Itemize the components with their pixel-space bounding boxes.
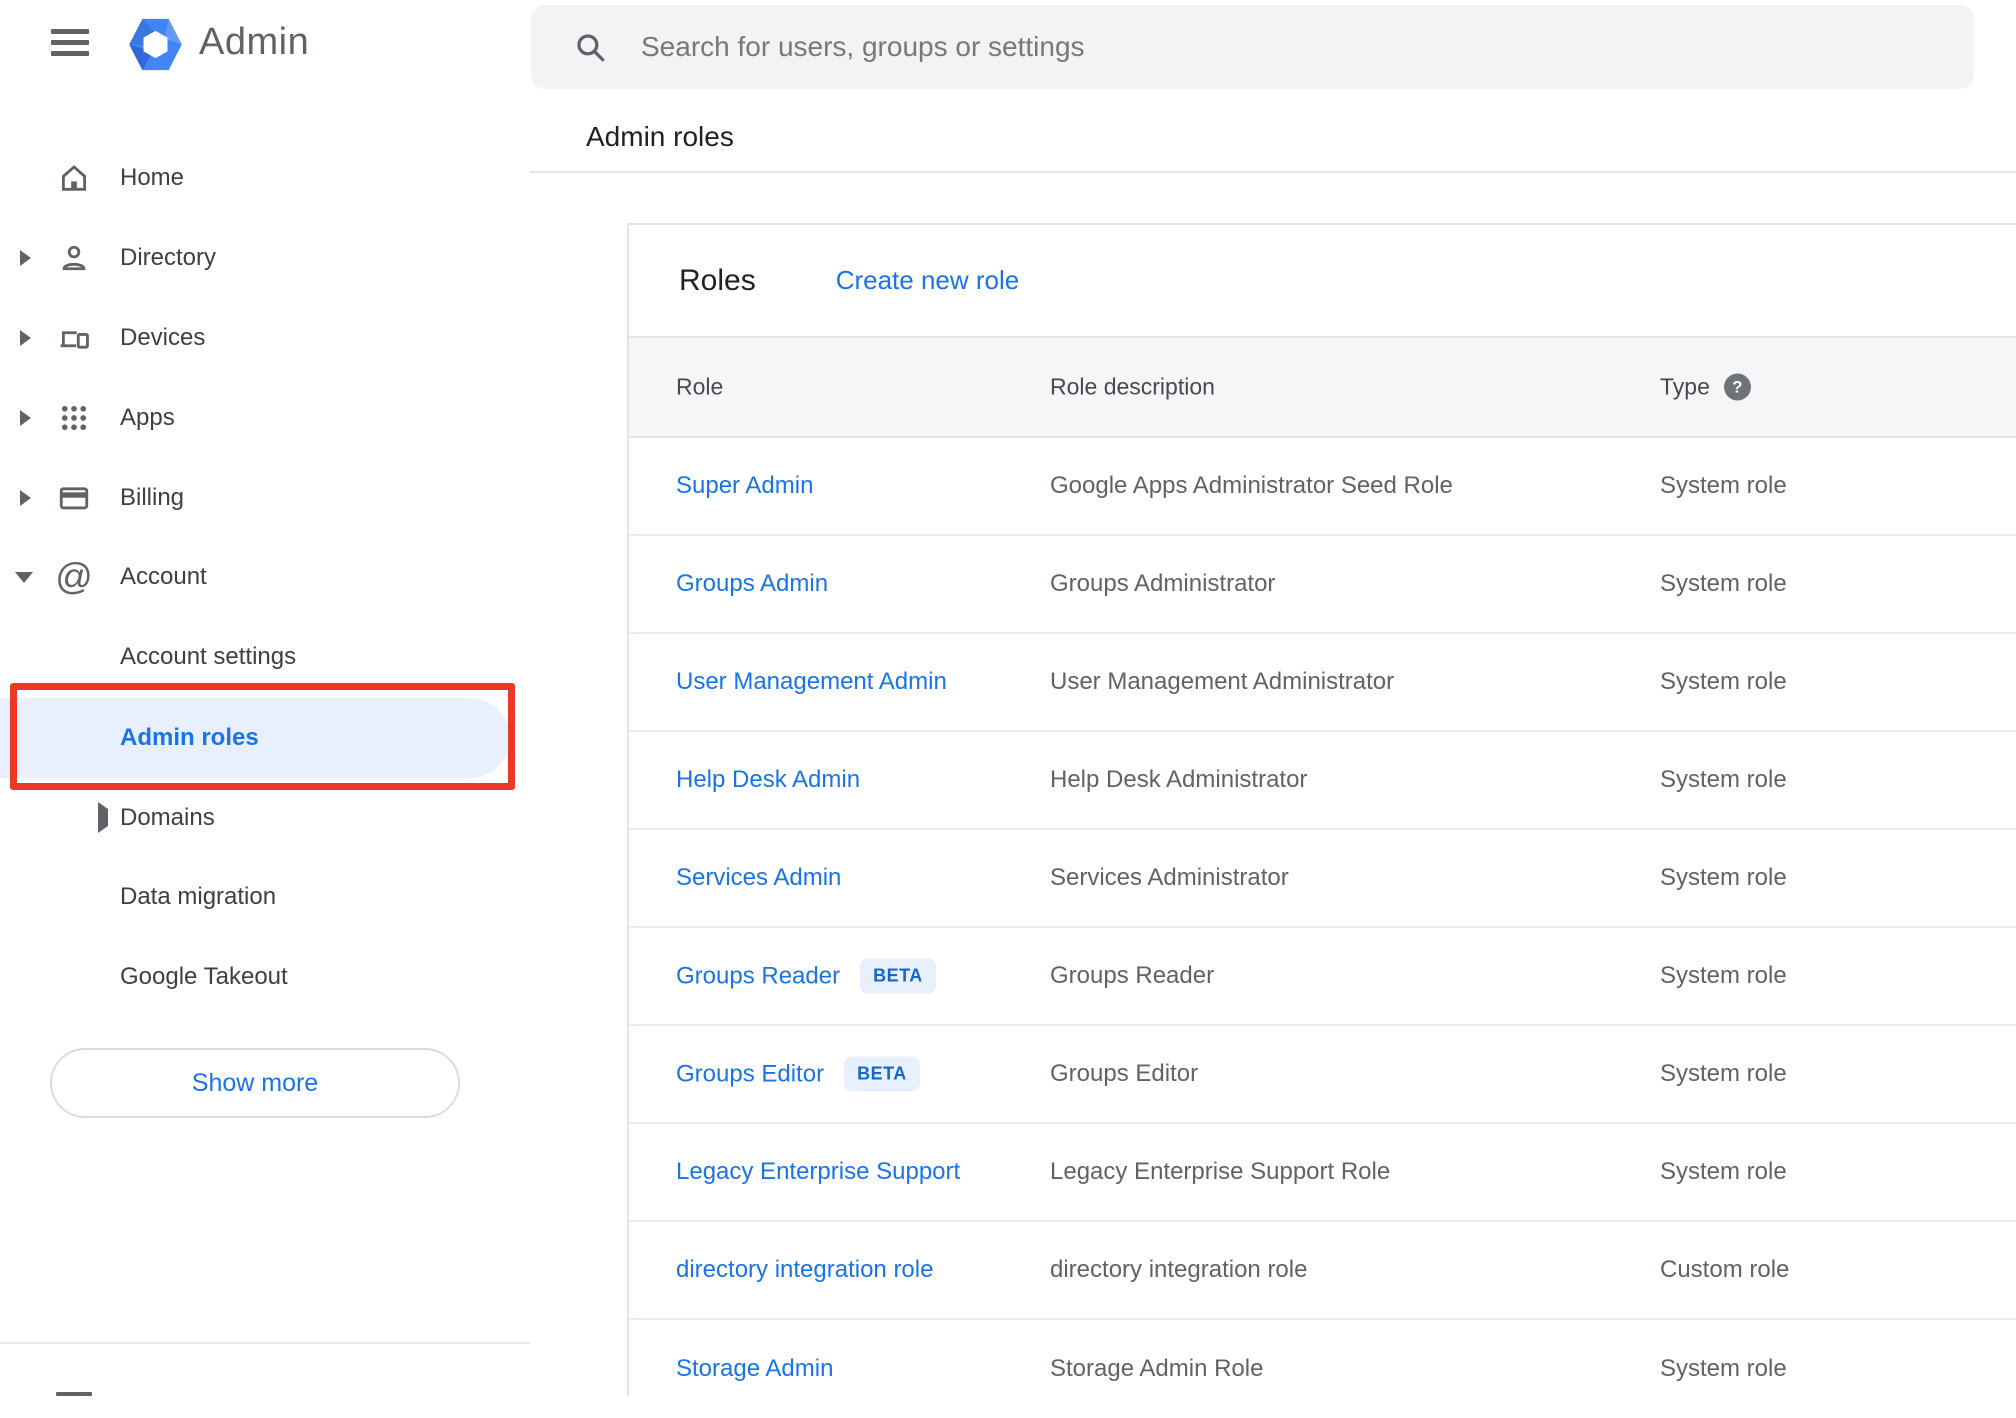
role-description: Services Administrator [1050,864,1289,891]
chevron-right-icon[interactable] [20,250,31,266]
role-description: Legacy Enterprise Support Role [1050,1158,1391,1185]
sidebar-item-label: Account [120,563,207,590]
role-description: User Management Administrator [1050,668,1395,695]
sidebar-item-label: Devices [120,324,206,351]
table-row: Groups Admin Groups Administrator System… [629,536,2016,634]
role-description: Google Apps Administrator Seed Role [1050,472,1453,499]
clipped-sidebar-icon [56,1392,92,1396]
app-title: Admin [199,21,310,63]
help-icon[interactable]: ? [1723,373,1751,401]
sidebar-item-directory[interactable]: Directory [0,226,530,290]
chevron-right-icon[interactable] [20,410,31,426]
role-description: Groups Reader [1050,962,1215,989]
role-type: System role [1660,570,1787,597]
devices-icon [54,318,94,358]
roles-table: Super Admin Google Apps Administrator Se… [629,438,2016,1418]
role-link[interactable]: Groups Editor [676,1060,824,1088]
column-header-type: Type ? [1660,373,1751,401]
table-row: directory integration role directory int… [629,1222,2016,1320]
annotation-red-box [10,683,515,790]
role-description: Storage Admin Role [1050,1355,1264,1382]
role-type: System role [1660,962,1787,989]
sidebar-item-apps[interactable]: Apps [0,386,530,450]
role-description: Groups Editor [1050,1060,1199,1087]
role-type: System role [1660,864,1787,891]
role-link[interactable]: User Management Admin [676,668,947,696]
table-row: Super Admin Google Apps Administrator Se… [629,438,2016,536]
table-row: Groups Reader BETA Groups Reader System … [629,928,2016,1026]
role-description: Help Desk Administrator [1050,766,1308,793]
sidebar-item-label: Google Takeout [120,963,288,990]
home-icon [54,158,94,198]
sidebar-item-account-settings[interactable]: Account settings [0,625,530,689]
table-header-row: Role Role description Type ? [629,336,2016,438]
sidebar-item-label: Home [120,164,185,191]
sidebar-item-label: Apps [120,404,175,431]
role-link[interactable]: Services Admin [676,864,841,892]
credit-card-icon [54,478,94,518]
apps-grid-icon [54,398,94,438]
search-bar[interactable] [531,5,1974,89]
chevron-right-icon[interactable] [20,490,31,506]
role-type: System role [1660,766,1787,793]
admin-logo-icon [129,18,182,71]
beta-badge: BETA [860,958,936,994]
sidebar-item-label: Account settings [120,643,297,670]
sidebar-item-label: Billing [120,484,185,511]
sidebar-item-account[interactable]: @ Account [0,545,530,609]
menu-icon[interactable] [51,29,89,56]
sidebar-bottom-divider [0,1342,530,1344]
sidebar-item-label: Data migration [120,883,277,910]
role-link[interactable]: Storage Admin [676,1355,833,1383]
table-row: Help Desk Admin Help Desk Administrator … [629,732,2016,830]
sidebar: Admin Home Directory Devices Apps Billin… [0,0,530,1396]
search-icon [577,34,605,62]
chevron-down-icon[interactable] [15,571,33,583]
role-link[interactable]: Groups Reader [676,962,840,990]
role-description: directory integration role [1050,1256,1308,1283]
search-input[interactable] [641,5,1891,89]
show-more-button[interactable]: Show more [50,1048,460,1118]
column-header-description: Role description [1050,373,1215,400]
role-link[interactable]: Groups Admin [676,570,828,598]
role-type: System role [1660,1060,1787,1087]
sidebar-item-label: Domains [120,804,215,831]
at-sign-icon: @ [55,556,93,597]
table-row: Legacy Enterprise Support Legacy Enterpr… [629,1124,2016,1222]
table-row: User Management Admin User Management Ad… [629,634,2016,732]
role-type: Custom role [1660,1256,1790,1283]
table-row: Storage Admin Storage Admin Role System … [629,1320,2016,1418]
page-title: Admin roles [586,121,734,152]
role-link[interactable]: Help Desk Admin [676,766,860,794]
role-type: System role [1660,472,1787,499]
card-header: Roles Create new role [629,225,2016,336]
role-link[interactable]: directory integration role [676,1256,933,1284]
sidebar-item-data-migration[interactable]: Data migration [0,865,530,929]
role-type: System role [1660,1355,1787,1382]
role-description: Groups Administrator [1050,570,1276,597]
chevron-right-icon[interactable] [98,802,108,833]
sidebar-item-devices[interactable]: Devices [0,306,530,370]
roles-card: Roles Create new role Role Role descript… [627,223,2016,1396]
column-header-role: Role [676,373,724,400]
card-title: Roles [679,263,756,297]
role-link[interactable]: Super Admin [676,472,813,500]
header-divider [530,171,2016,173]
chevron-right-icon[interactable] [20,330,31,346]
table-row: Groups Editor BETA Groups Editor System … [629,1026,2016,1124]
beta-badge: BETA [844,1056,920,1092]
sidebar-item-google-takeout[interactable]: Google Takeout [0,945,530,1009]
create-new-role-link[interactable]: Create new role [836,265,1020,296]
sidebar-item-label: Directory [120,244,217,271]
role-type: System role [1660,1158,1787,1185]
sidebar-item-domains[interactable]: Domains [0,786,530,850]
sidebar-item-billing[interactable]: Billing [0,466,530,530]
sidebar-item-home[interactable]: Home [0,146,530,210]
role-link[interactable]: Legacy Enterprise Support [676,1158,960,1186]
person-icon [54,238,94,278]
role-type: System role [1660,668,1787,695]
table-row: Services Admin Services Administrator Sy… [629,830,2016,928]
